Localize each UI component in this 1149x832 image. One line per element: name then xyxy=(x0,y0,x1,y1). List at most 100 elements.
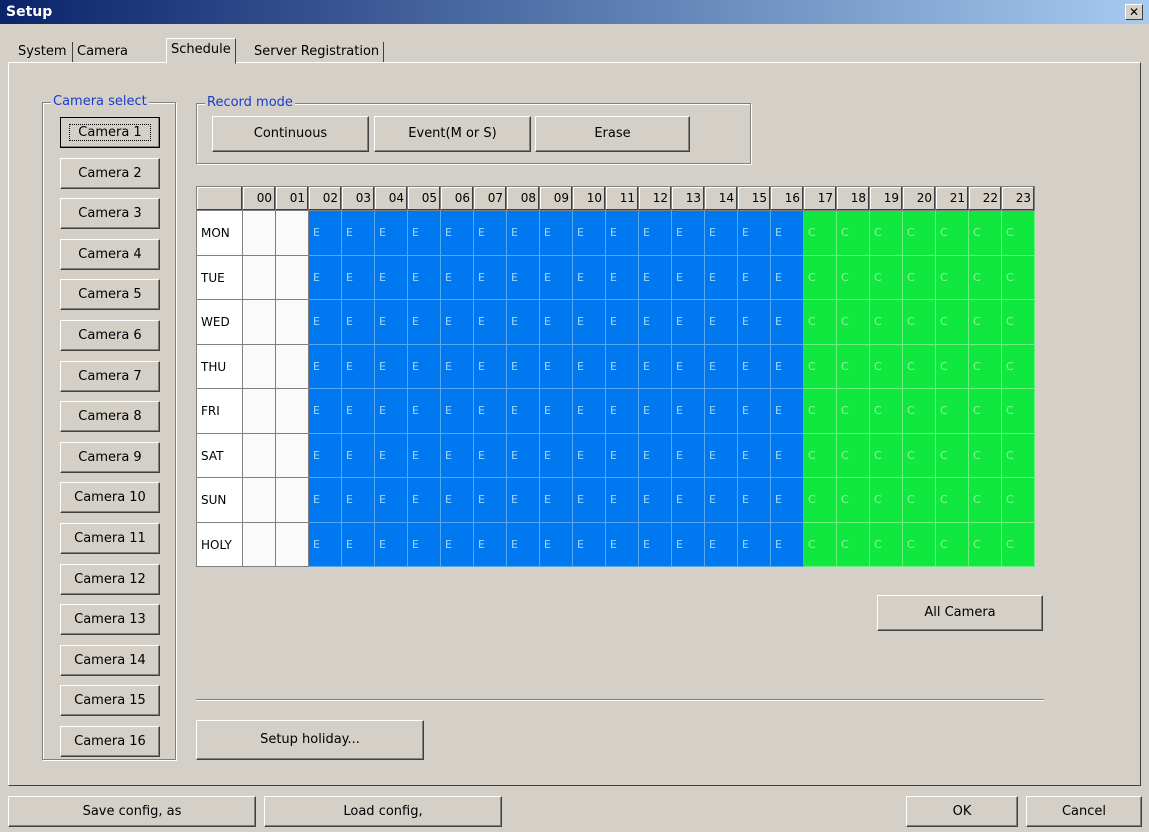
schedule-cell[interactable]: E xyxy=(375,389,408,434)
camera-button-11[interactable]: Camera 11 xyxy=(60,523,160,554)
day-label[interactable]: MON xyxy=(197,211,243,256)
hour-header[interactable]: 14 xyxy=(705,187,738,211)
hour-header[interactable]: 12 xyxy=(639,187,672,211)
schedule-cell[interactable]: E xyxy=(738,344,771,389)
hour-header[interactable]: 07 xyxy=(474,187,507,211)
schedule-cell[interactable]: C xyxy=(837,433,870,478)
schedule-cell[interactable]: C xyxy=(837,211,870,256)
hour-header[interactable]: 17 xyxy=(804,187,837,211)
schedule-cell[interactable]: E xyxy=(507,300,540,345)
hour-header[interactable]: 02 xyxy=(309,187,342,211)
schedule-cell[interactable]: E xyxy=(639,211,672,256)
schedule-cell[interactable] xyxy=(243,433,276,478)
close-button[interactable]: ✕ xyxy=(1125,4,1143,20)
camera-button-16[interactable]: Camera 16 xyxy=(60,726,160,757)
schedule-cell[interactable]: E xyxy=(408,433,441,478)
schedule-cell[interactable]: E xyxy=(672,211,705,256)
schedule-cell[interactable]: E xyxy=(441,522,474,567)
schedule-cell[interactable] xyxy=(276,300,309,345)
schedule-cell[interactable]: C xyxy=(837,255,870,300)
schedule-grid[interactable]: 00 01 02 03 04 05 06 07 08 09 10 11 12 13 14 15 16 17 18 19… xyxy=(196,186,1035,567)
hour-header[interactable]: 18 xyxy=(837,187,870,211)
schedule-cell[interactable]: E xyxy=(408,255,441,300)
schedule-cell[interactable]: C xyxy=(1002,522,1035,567)
schedule-cell[interactable]: E xyxy=(639,478,672,523)
schedule-cell[interactable]: E xyxy=(606,433,639,478)
schedule-cell[interactable]: C xyxy=(969,344,1002,389)
camera-button-4[interactable]: Camera 4 xyxy=(60,238,160,270)
schedule-cell[interactable]: E xyxy=(771,478,804,523)
schedule-cell[interactable]: C xyxy=(936,478,969,523)
schedule-cell[interactable]: E xyxy=(375,344,408,389)
schedule-cell[interactable]: C xyxy=(804,255,837,300)
save-config-button[interactable]: Save config, as xyxy=(8,796,256,827)
schedule-cell[interactable] xyxy=(276,389,309,434)
schedule-cell[interactable]: C xyxy=(969,478,1002,523)
camera-button-14[interactable]: Camera 14 xyxy=(60,644,160,676)
camera-button-6[interactable]: Camera 6 xyxy=(60,320,160,351)
schedule-cell[interactable]: C xyxy=(969,300,1002,345)
schedule-cell[interactable]: C xyxy=(1002,389,1035,434)
schedule-cell[interactable]: E xyxy=(573,478,606,523)
hour-header[interactable]: 21 xyxy=(936,187,969,211)
schedule-cell[interactable]: E xyxy=(738,255,771,300)
camera-button-13[interactable]: Camera 13 xyxy=(60,604,160,636)
schedule-cell[interactable]: C xyxy=(804,300,837,345)
schedule-cell[interactable]: E xyxy=(309,478,342,523)
schedule-cell[interactable] xyxy=(243,389,276,434)
schedule-cell[interactable]: E xyxy=(474,211,507,256)
day-label[interactable]: HOLY xyxy=(197,522,243,567)
schedule-cell[interactable]: E xyxy=(507,433,540,478)
schedule-cell[interactable]: C xyxy=(837,522,870,567)
schedule-cell[interactable]: E xyxy=(639,255,672,300)
schedule-cell[interactable]: C xyxy=(870,522,903,567)
schedule-cell[interactable]: E xyxy=(408,344,441,389)
day-label[interactable]: SUN xyxy=(197,478,243,523)
schedule-cell[interactable]: E xyxy=(705,522,738,567)
schedule-cell[interactable]: C xyxy=(1002,478,1035,523)
schedule-cell[interactable]: E xyxy=(639,433,672,478)
schedule-cell[interactable]: E xyxy=(540,389,573,434)
schedule-cell[interactable]: E xyxy=(375,300,408,345)
schedule-cell[interactable] xyxy=(276,478,309,523)
schedule-cell[interactable]: E xyxy=(507,344,540,389)
schedule-cell[interactable]: E xyxy=(309,433,342,478)
day-label[interactable]: SAT xyxy=(197,433,243,478)
schedule-cell[interactable]: C xyxy=(804,433,837,478)
schedule-cell[interactable]: E xyxy=(771,344,804,389)
schedule-cell[interactable]: E xyxy=(342,344,375,389)
schedule-cell[interactable]: E xyxy=(441,389,474,434)
schedule-cell[interactable]: C xyxy=(1002,211,1035,256)
schedule-cell[interactable]: E xyxy=(573,522,606,567)
schedule-cell[interactable]: E xyxy=(738,433,771,478)
schedule-cell[interactable]: E xyxy=(309,300,342,345)
schedule-cell[interactable]: E xyxy=(474,478,507,523)
schedule-cell[interactable]: E xyxy=(672,344,705,389)
schedule-cell[interactable]: C xyxy=(870,344,903,389)
schedule-cell[interactable]: E xyxy=(474,389,507,434)
schedule-cell[interactable]: E xyxy=(342,300,375,345)
schedule-cell[interactable] xyxy=(243,344,276,389)
schedule-cell[interactable]: C xyxy=(870,211,903,256)
schedule-cell[interactable]: C xyxy=(936,389,969,434)
schedule-cell[interactable]: E xyxy=(375,478,408,523)
schedule-cell[interactable]: C xyxy=(804,478,837,523)
schedule-cell[interactable]: C xyxy=(903,389,936,434)
schedule-cell[interactable]: E xyxy=(771,389,804,434)
schedule-cell[interactable]: C xyxy=(936,433,969,478)
schedule-cell[interactable]: E xyxy=(672,300,705,345)
schedule-cell[interactable]: C xyxy=(936,255,969,300)
schedule-cell[interactable]: C xyxy=(1002,344,1035,389)
schedule-cell[interactable]: E xyxy=(705,211,738,256)
schedule-cell[interactable]: E xyxy=(375,522,408,567)
schedule-cell[interactable]: E xyxy=(771,255,804,300)
schedule-cell[interactable]: C xyxy=(936,522,969,567)
camera-button-3[interactable]: Camera 3 xyxy=(60,198,160,230)
schedule-cell[interactable]: E xyxy=(375,211,408,256)
schedule-cell[interactable]: E xyxy=(408,300,441,345)
tab-schedule[interactable]: Schedule xyxy=(166,38,236,64)
camera-button-2[interactable]: Camera 2 xyxy=(60,157,160,189)
hour-header[interactable]: 19 xyxy=(870,187,903,211)
setup-holiday-button[interactable]: Setup holiday... xyxy=(196,720,424,760)
schedule-cell[interactable] xyxy=(243,211,276,256)
